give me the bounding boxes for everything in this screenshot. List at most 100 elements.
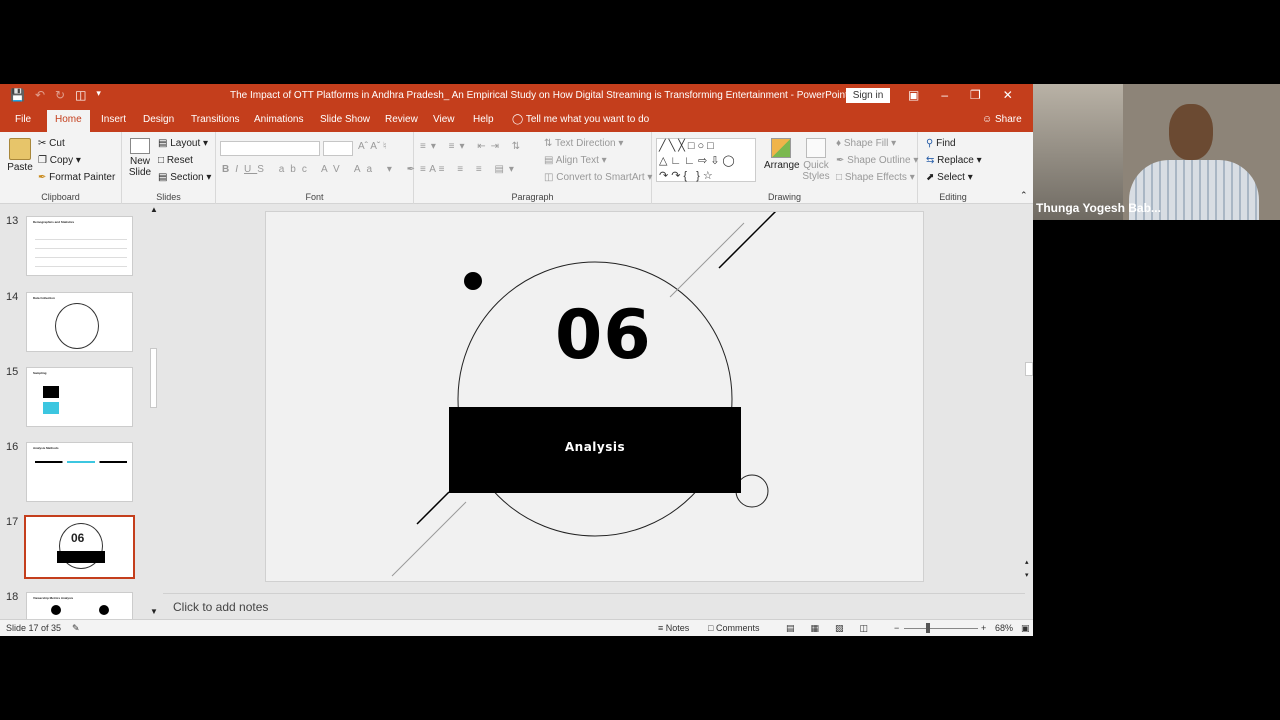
ribbon-display-icon[interactable]: ▣	[908, 88, 919, 102]
align-buttons-icons[interactable]: ≡ ≡ ≡ ≡ ▤▾	[420, 164, 519, 175]
zoom-slider-thumb[interactable]	[926, 623, 930, 633]
drawing-group-label: Drawing	[767, 192, 801, 202]
slide-thumbnail-14[interactable]: Data Collection	[26, 292, 133, 352]
scroll-down-icon[interactable]: ▼	[150, 607, 158, 616]
comments-toggle-label: Comments	[715, 623, 760, 633]
reset-button[interactable]: □ Reset	[158, 155, 193, 166]
layout-button[interactable]: ▤ Layout ▾	[158, 138, 208, 149]
tab-insert[interactable]: Insert	[101, 114, 126, 125]
slide-counter: Slide 17 of 35	[6, 623, 62, 633]
font-name-box[interactable]	[220, 141, 320, 156]
section-icon: ▤	[158, 172, 168, 183]
share-button[interactable]: ☺ Share	[982, 114, 1022, 125]
replace-button[interactable]: ⇆ Replace ▾	[926, 155, 982, 166]
scrollbar-thumb[interactable]	[1025, 362, 1033, 376]
shape-outline-button[interactable]: ✒ Shape Outline ▾	[836, 155, 918, 166]
shape-effects-button[interactable]: □ Shape Effects ▾	[836, 172, 915, 183]
notes-placeholder[interactable]: Click to add notes	[173, 600, 268, 614]
thumbnail-cyan-box	[43, 402, 59, 414]
cursor-icon: ⬈	[926, 172, 935, 183]
copy-button[interactable]: ❐ Copy ▾	[38, 155, 81, 166]
shape-outline-label: Shape Outline	[847, 155, 911, 166]
redo-icon[interactable]: ↻	[55, 88, 65, 102]
collapse-ribbon-icon[interactable]: ⌃	[1020, 190, 1028, 201]
font-size-box[interactable]	[323, 141, 353, 156]
participant-name: Thunga Yogesh Bab...	[1036, 201, 1161, 215]
editing-group-label: Editing	[939, 192, 967, 202]
thumbnail-title: Sampling	[33, 371, 47, 375]
accessibility-icon[interactable]: ✎	[72, 623, 80, 634]
tab-transitions[interactable]: Transitions	[191, 114, 240, 125]
effects-icon: □	[836, 172, 843, 183]
paintbrush-icon: ✒	[38, 172, 47, 183]
ribbon-tabs: File Home Insert Design Transitions Anim…	[0, 108, 1033, 132]
thumbnail-title: Analysis Methods	[33, 446, 59, 450]
sign-in-button[interactable]: Sign in	[846, 88, 890, 103]
list-buttons-icons[interactable]: ≡▾ ≡▾ ⇤⇥ ⇅	[420, 141, 525, 152]
thumbnail-title: Viewership Metrics Analysis	[33, 596, 74, 600]
layout-label: Layout	[170, 138, 201, 149]
fit-to-window-icon[interactable]: ▣	[1021, 623, 1030, 634]
screen-edge	[1033, 220, 1045, 636]
person-icon: ☺	[982, 114, 993, 125]
text-direction-button[interactable]: ⇅ Text Direction ▾	[544, 138, 623, 149]
shape-fill-button[interactable]: ♦ Shape Fill ▾	[836, 138, 896, 149]
tab-home[interactable]: Home	[47, 110, 90, 132]
customize-qat-icon[interactable]: ▾	[96, 88, 101, 102]
view-buttons-icons[interactable]: ▤▦▧◫	[786, 623, 884, 634]
section-button[interactable]: ▤ Section ▾	[158, 172, 211, 183]
comments-toggle[interactable]: □ Comments	[708, 623, 759, 633]
prev-slide-icon[interactable]: ▴	[1025, 558, 1029, 566]
save-icon[interactable]: 💾	[10, 88, 25, 102]
font-size-controls-icon[interactable]: Aˆ Aˇ ♮	[358, 141, 387, 152]
slide-scrollbar[interactable]: ▴ ▾	[1025, 205, 1033, 619]
new-slide-button[interactable]: New Slide	[126, 138, 154, 178]
scrollbar-thumb[interactable]	[150, 348, 157, 408]
close-icon[interactable]: ✕	[1003, 88, 1013, 102]
next-slide-icon[interactable]: ▾	[1025, 571, 1029, 579]
slide-thumbnail-18[interactable]: Viewership Metrics Analysis	[26, 592, 133, 619]
align-text-button[interactable]: ▤ Align Text ▾	[544, 155, 607, 166]
minimize-icon[interactable]: –	[941, 88, 948, 102]
font-format-icons[interactable]: BIUS abc AV Aa ▾ ✒ A	[222, 164, 442, 175]
present-icon[interactable]: ◫	[75, 88, 86, 102]
new-slide-icon	[130, 138, 150, 154]
notes-toggle[interactable]: ≡ Notes	[658, 623, 689, 633]
select-button[interactable]: ⬈ Select ▾	[926, 172, 973, 183]
notes-pane[interactable]: Click to add notes	[163, 593, 1025, 619]
format-painter-button[interactable]: ✒ Format Painter	[38, 172, 115, 183]
thumbnail-scrollbar[interactable]: ▲ ▼	[149, 205, 159, 619]
shapes-gallery[interactable]: ╱╲╳□○□ △∟∟⇨⇩◯ ↷↷{ }☆	[656, 138, 756, 182]
current-slide[interactable]: 06 Analysis	[265, 211, 924, 582]
slide-thumbnail-16[interactable]: Analysis Methods	[26, 442, 133, 502]
quick-styles-button[interactable]: Quick Styles	[800, 138, 832, 182]
paste-button[interactable]: Paste	[7, 138, 33, 178]
zoom-in-icon[interactable]: +	[981, 623, 986, 633]
align-text-icon: ▤	[544, 155, 554, 166]
slide-thumbnail-17[interactable]: 06	[24, 515, 135, 579]
ribbon: Paste ✂ Cut ❐ Copy ▾ ✒ Format Painter Cl…	[0, 132, 1033, 204]
tab-animations[interactable]: Animations	[254, 114, 303, 125]
tab-file[interactable]: File	[15, 114, 31, 125]
new-slide-label-1: New	[129, 156, 150, 167]
cut-button[interactable]: ✂ Cut	[38, 138, 65, 149]
zoom-out-icon[interactable]: −	[894, 623, 899, 633]
tab-view[interactable]: View	[433, 114, 455, 125]
window-title: The Impact of OTT Platforms in Andhra Pr…	[230, 90, 848, 101]
zoom-slider[interactable]	[904, 628, 978, 629]
arrange-button[interactable]: Arrange	[764, 138, 800, 171]
tab-design[interactable]: Design	[143, 114, 174, 125]
restore-icon[interactable]: ❐	[970, 88, 981, 102]
tab-slide-show[interactable]: Slide Show	[320, 114, 370, 125]
tell-me-search[interactable]: ◯ Tell me what you want to do	[512, 114, 649, 125]
tab-review[interactable]: Review	[385, 114, 418, 125]
zoom-level[interactable]: 68%	[995, 623, 1013, 633]
slide-thumbnail-13[interactable]: Demographics and Statistics	[26, 216, 133, 276]
smartart-button[interactable]: ◫ Convert to SmartArt ▾	[544, 172, 652, 183]
slide-thumbnail-15[interactable]: Sampling	[26, 367, 133, 427]
tab-help[interactable]: Help	[473, 114, 494, 125]
undo-icon[interactable]: ↶	[35, 88, 45, 102]
scroll-up-icon[interactable]: ▲	[150, 205, 158, 214]
find-button[interactable]: ⚲ Find	[926, 138, 956, 149]
layout-icon: ▤	[158, 138, 168, 149]
